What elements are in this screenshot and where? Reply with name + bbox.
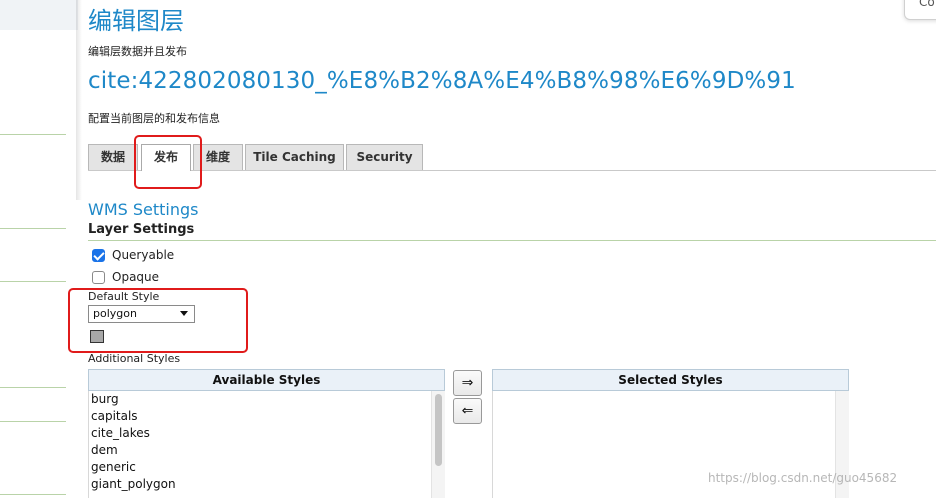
layer-settings-title: Layer Settings bbox=[88, 222, 195, 237]
sidebar-top-band bbox=[0, 0, 78, 30]
style-legend-swatch bbox=[90, 330, 104, 343]
sidebar bbox=[0, 0, 78, 498]
list-item[interactable]: giant_polygon bbox=[91, 477, 176, 491]
list-item[interactable]: capitals bbox=[91, 409, 138, 423]
queryable-checkbox[interactable] bbox=[92, 248, 105, 262]
available-styles-header: Available Styles bbox=[88, 369, 445, 391]
tab-tile-caching[interactable]: Tile Caching bbox=[245, 144, 344, 170]
available-styles-scrollbar[interactable] bbox=[431, 391, 445, 498]
available-styles-list[interactable]: burg capitals cite_lakes dem generic gia… bbox=[88, 391, 445, 498]
tab-data[interactable]: 数据 bbox=[88, 144, 138, 170]
additional-styles-label: Additional Styles bbox=[88, 352, 181, 365]
chevron-down-icon bbox=[180, 311, 188, 316]
tab-security[interactable]: Security bbox=[346, 144, 423, 170]
tab-bar-baseline bbox=[88, 170, 936, 171]
sidebar-divider bbox=[0, 421, 66, 422]
list-item[interactable]: dem bbox=[91, 443, 118, 457]
page-description: 编辑层数据并且发布 bbox=[88, 45, 187, 58]
watermark-text: https://blog.csdn.net/guo45682 bbox=[708, 471, 898, 485]
popup-label: Co bbox=[919, 0, 935, 9]
popup-menu-fragment[interactable]: Co bbox=[904, 0, 936, 20]
default-style-select[interactable]: polygon bbox=[88, 305, 195, 323]
available-styles-panel: Available Styles burg capitals cite_lake… bbox=[88, 369, 445, 498]
selected-styles-header: Selected Styles bbox=[492, 369, 849, 391]
remove-style-button[interactable]: ⇐ bbox=[453, 398, 482, 424]
sidebar-divider bbox=[0, 387, 66, 388]
sidebar-divider bbox=[0, 134, 66, 135]
scrollbar-thumb[interactable] bbox=[435, 394, 442, 466]
list-item[interactable]: burg bbox=[91, 392, 119, 406]
layer-name: cite:422802080130_%E8%B2%8A%E4%B8%98%E6%… bbox=[88, 68, 796, 94]
wms-settings-title: WMS Settings bbox=[88, 200, 199, 219]
sidebar-divider bbox=[0, 228, 66, 229]
queryable-label: Queryable bbox=[112, 248, 175, 262]
add-style-button[interactable]: ⇒ bbox=[453, 370, 482, 396]
default-style-label: Default Style bbox=[88, 290, 160, 303]
layer-settings-divider bbox=[88, 240, 936, 241]
sidebar-divider bbox=[0, 494, 66, 495]
default-style-value: polygon bbox=[93, 307, 137, 320]
opaque-checkbox[interactable] bbox=[92, 270, 105, 284]
opaque-label: Opaque bbox=[112, 270, 160, 284]
opaque-row: Opaque bbox=[92, 270, 159, 284]
list-item[interactable]: cite_lakes bbox=[91, 426, 150, 440]
tab-publishing[interactable]: 发布 bbox=[141, 144, 191, 171]
list-item[interactable]: generic bbox=[91, 460, 136, 474]
layer-description: 配置当前图层的和发布信息 bbox=[88, 112, 220, 125]
page-title: 编辑图层 bbox=[88, 7, 184, 35]
sidebar-divider bbox=[0, 281, 66, 282]
sidebar-shadow bbox=[76, 0, 82, 200]
queryable-row: Queryable bbox=[92, 248, 174, 262]
